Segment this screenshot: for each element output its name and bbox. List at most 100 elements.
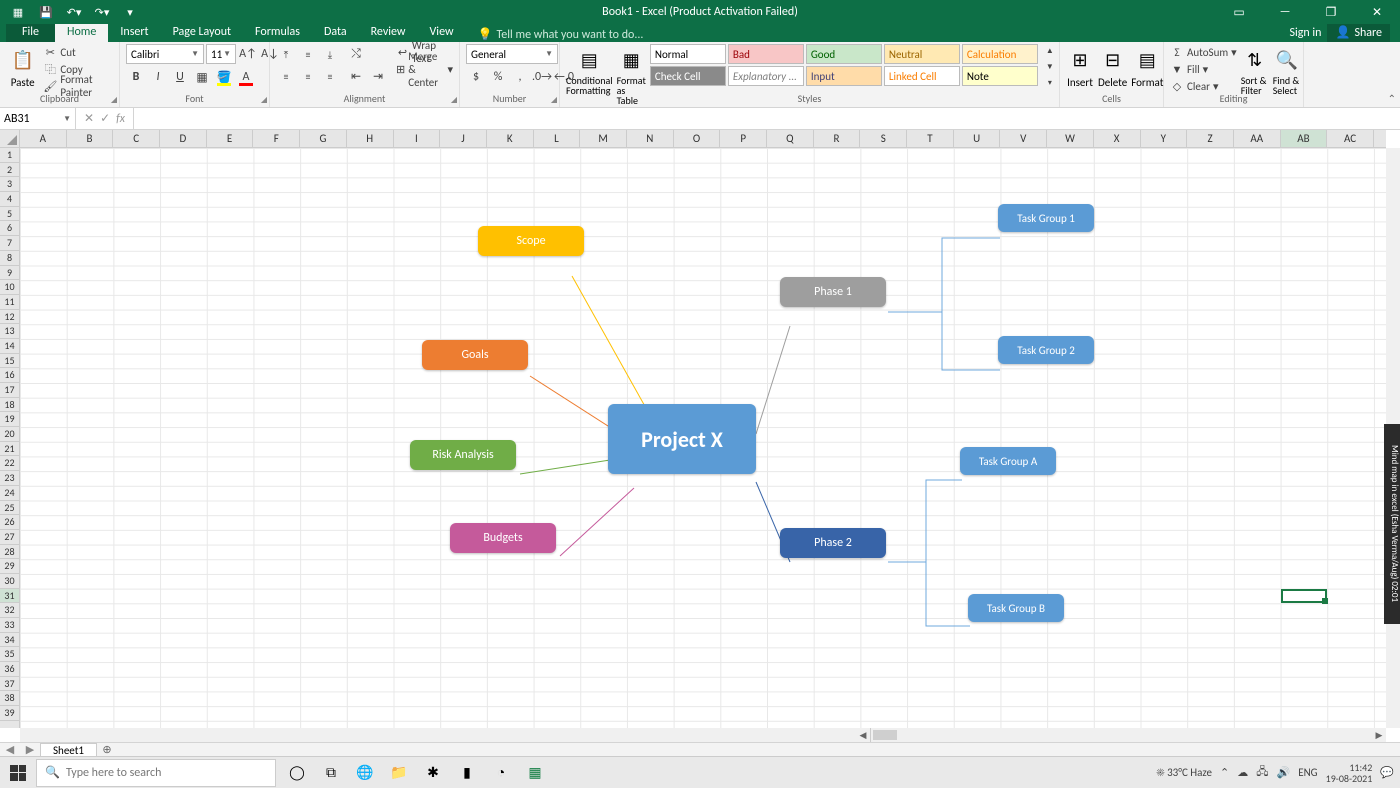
col-header-R[interactable]: R bbox=[814, 130, 861, 147]
task-view-icon[interactable]: ⧉ bbox=[316, 759, 346, 787]
col-header-AC[interactable]: AC bbox=[1327, 130, 1374, 147]
taskbar-search[interactable]: 🔍 Type here to search bbox=[36, 759, 276, 787]
maximize-button[interactable]: ❐ bbox=[1308, 0, 1354, 24]
col-header-Z[interactable]: Z bbox=[1187, 130, 1234, 147]
tray-network[interactable]: 🖧 bbox=[1256, 763, 1268, 782]
row-header-3[interactable]: 3 bbox=[0, 177, 19, 192]
explorer-icon[interactable]: 📁 bbox=[384, 759, 414, 787]
comma-button[interactable]: , bbox=[510, 67, 530, 87]
close-button[interactable]: ✕ bbox=[1354, 0, 1400, 24]
powerbi-icon[interactable]: ▮ bbox=[452, 759, 482, 787]
percent-button[interactable]: % bbox=[488, 67, 508, 87]
styles-scroll-up[interactable]: ▲ bbox=[1044, 44, 1056, 58]
col-header-X[interactable]: X bbox=[1094, 130, 1141, 147]
align-center[interactable]: ≡ bbox=[298, 66, 318, 86]
sheet-nav-next[interactable]: ▶ bbox=[20, 743, 40, 756]
styles-more[interactable]: ▾ bbox=[1044, 76, 1056, 90]
col-header-D[interactable]: D bbox=[160, 130, 207, 147]
start-button[interactable] bbox=[0, 757, 36, 789]
decrease-indent[interactable]: ⇤ bbox=[346, 66, 366, 86]
chrome-icon[interactable]: 🌐 bbox=[350, 759, 380, 787]
border-button[interactable]: ▦ bbox=[192, 67, 212, 87]
style-good[interactable]: Good bbox=[806, 44, 882, 64]
row-header-38[interactable]: 38 bbox=[0, 691, 19, 706]
col-header-Y[interactable]: Y bbox=[1141, 130, 1188, 147]
shape-tga[interactable]: Task Group A bbox=[960, 447, 1056, 475]
row-header-27[interactable]: 27 bbox=[0, 530, 19, 545]
sort-filter-button[interactable]: ⇅Sort & Filter bbox=[1241, 44, 1269, 96]
col-header-A[interactable]: A bbox=[20, 130, 67, 147]
row-header-9[interactable]: 9 bbox=[0, 266, 19, 281]
cancel-formula[interactable]: ✕ bbox=[84, 111, 94, 126]
align-left[interactable]: ≡ bbox=[276, 66, 296, 86]
row-header-37[interactable]: 37 bbox=[0, 677, 19, 692]
row-header-1[interactable]: 1 bbox=[0, 148, 19, 163]
shape-tg2[interactable]: Task Group 2 bbox=[998, 336, 1094, 364]
shape-phase1[interactable]: Phase 1 bbox=[780, 277, 886, 307]
excel-taskbar-icon[interactable]: ▦ bbox=[520, 759, 550, 787]
font-name-combo[interactable]: Calibri▼ bbox=[126, 44, 204, 64]
name-box[interactable]: AB31▼ bbox=[0, 108, 76, 129]
qat-customize[interactable]: ▾ bbox=[118, 2, 142, 22]
shape-risk[interactable]: Risk Analysis bbox=[410, 440, 516, 470]
shape-phase2[interactable]: Phase 2 bbox=[780, 528, 886, 558]
find-select-button[interactable]: 🔍Find & Select bbox=[1273, 44, 1301, 96]
row-header-14[interactable]: 14 bbox=[0, 339, 19, 354]
col-header-C[interactable]: C bbox=[113, 130, 160, 147]
sheet-nav-prev[interactable]: ◀ bbox=[0, 743, 20, 756]
grow-font-button[interactable]: A↑ bbox=[238, 44, 258, 64]
shape-goals[interactable]: Goals bbox=[422, 340, 528, 370]
row-header-35[interactable]: 35 bbox=[0, 647, 19, 662]
style-linked-cell[interactable]: Linked Cell bbox=[884, 66, 960, 86]
increase-decimal[interactable]: .0→ bbox=[532, 67, 552, 87]
shape-budgets[interactable]: Budgets bbox=[450, 523, 556, 553]
collapse-ribbon-button[interactable]: ⌃ bbox=[1388, 92, 1396, 105]
cells-grid[interactable]: Project XScopeGoalsRisk AnalysisBudgetsP… bbox=[20, 148, 1386, 728]
recording-sidebar[interactable]: Mind map in excel (Esha Verma/Aug) 02:01 bbox=[1384, 424, 1400, 624]
tab-review[interactable]: Review bbox=[359, 23, 418, 42]
paste-button[interactable]: 📋 Paste bbox=[6, 44, 39, 89]
alignment-dialog-launcher[interactable]: ◢ bbox=[451, 95, 457, 105]
row-header-36[interactable]: 36 bbox=[0, 662, 19, 677]
shape-tg1[interactable]: Task Group 1 bbox=[998, 204, 1094, 232]
row-header-22[interactable]: 22 bbox=[0, 456, 19, 471]
share-button[interactable]: 👤 Share bbox=[1327, 23, 1390, 42]
cell-styles-gallery[interactable]: NormalBadGoodNeutralCalculationCheck Cel… bbox=[650, 44, 1038, 86]
weather-widget[interactable]: ☀ 33°C Haze bbox=[1157, 766, 1212, 779]
row-header-7[interactable]: 7 bbox=[0, 236, 19, 251]
row-header-33[interactable]: 33 bbox=[0, 618, 19, 633]
style-calculation[interactable]: Calculation bbox=[962, 44, 1038, 64]
qat-undo[interactable]: ↶▾ bbox=[62, 2, 86, 22]
col-header-U[interactable]: U bbox=[954, 130, 1001, 147]
row-header-5[interactable]: 5 bbox=[0, 207, 19, 222]
style-bad[interactable]: Bad bbox=[728, 44, 804, 64]
formula-input[interactable] bbox=[134, 108, 1400, 129]
delete-cells-button[interactable]: ⊟Delete bbox=[1098, 44, 1127, 89]
row-header-20[interactable]: 20 bbox=[0, 427, 19, 442]
horizontal-scrollbar[interactable]: ◀ ▶ bbox=[20, 728, 1386, 742]
fill-button[interactable]: ▼Fill ▾ bbox=[1170, 61, 1237, 77]
align-middle[interactable]: ≡ bbox=[298, 44, 318, 64]
tab-insert[interactable]: Insert bbox=[108, 23, 160, 42]
tell-me-search[interactable]: 💡 Tell me what you want to do... bbox=[478, 27, 644, 42]
col-header-W[interactable]: W bbox=[1047, 130, 1094, 147]
row-header-17[interactable]: 17 bbox=[0, 383, 19, 398]
tray-language[interactable]: ENG bbox=[1298, 766, 1317, 779]
cortana-icon[interactable]: ◯ bbox=[282, 759, 312, 787]
minimize-button[interactable]: — bbox=[1262, 0, 1308, 24]
row-header-21[interactable]: 21 bbox=[0, 442, 19, 457]
font-color-button[interactable]: A bbox=[236, 67, 256, 87]
column-headers[interactable]: ABCDEFGHIJKLMNOPQRSTUVWXYZAAABAC bbox=[20, 130, 1386, 148]
row-header-12[interactable]: 12 bbox=[0, 310, 19, 325]
row-header-25[interactable]: 25 bbox=[0, 501, 19, 516]
style-explanatory-[interactable]: Explanatory ... bbox=[728, 66, 804, 86]
cut-button[interactable]: ✂Cut bbox=[43, 44, 113, 60]
hscroll-right[interactable]: ▶ bbox=[1372, 730, 1386, 741]
col-header-AA[interactable]: AA bbox=[1234, 130, 1281, 147]
conditional-formatting-button[interactable]: ▤ Conditional Formatting bbox=[566, 44, 613, 96]
bold-button[interactable]: B bbox=[126, 67, 146, 87]
col-header-T[interactable]: T bbox=[907, 130, 954, 147]
col-header-AB[interactable]: AB bbox=[1281, 130, 1328, 147]
shape-center[interactable]: Project X bbox=[608, 404, 756, 474]
active-cell[interactable] bbox=[1281, 589, 1327, 603]
